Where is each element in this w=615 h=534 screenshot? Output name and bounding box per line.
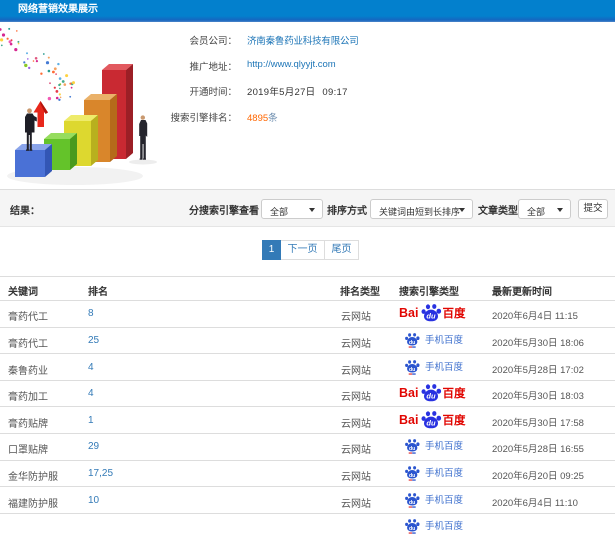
svg-text:du: du [409, 367, 415, 373]
svg-text:du: du [409, 473, 415, 479]
svg-text:du: du [409, 446, 415, 452]
svg-text:du: du [409, 500, 415, 506]
svg-text:du: du [426, 392, 436, 401]
svg-text:du: du [409, 526, 415, 532]
svg-text:du: du [426, 419, 436, 428]
svg-text:du: du [426, 312, 436, 321]
svg-text:du: du [409, 340, 415, 346]
